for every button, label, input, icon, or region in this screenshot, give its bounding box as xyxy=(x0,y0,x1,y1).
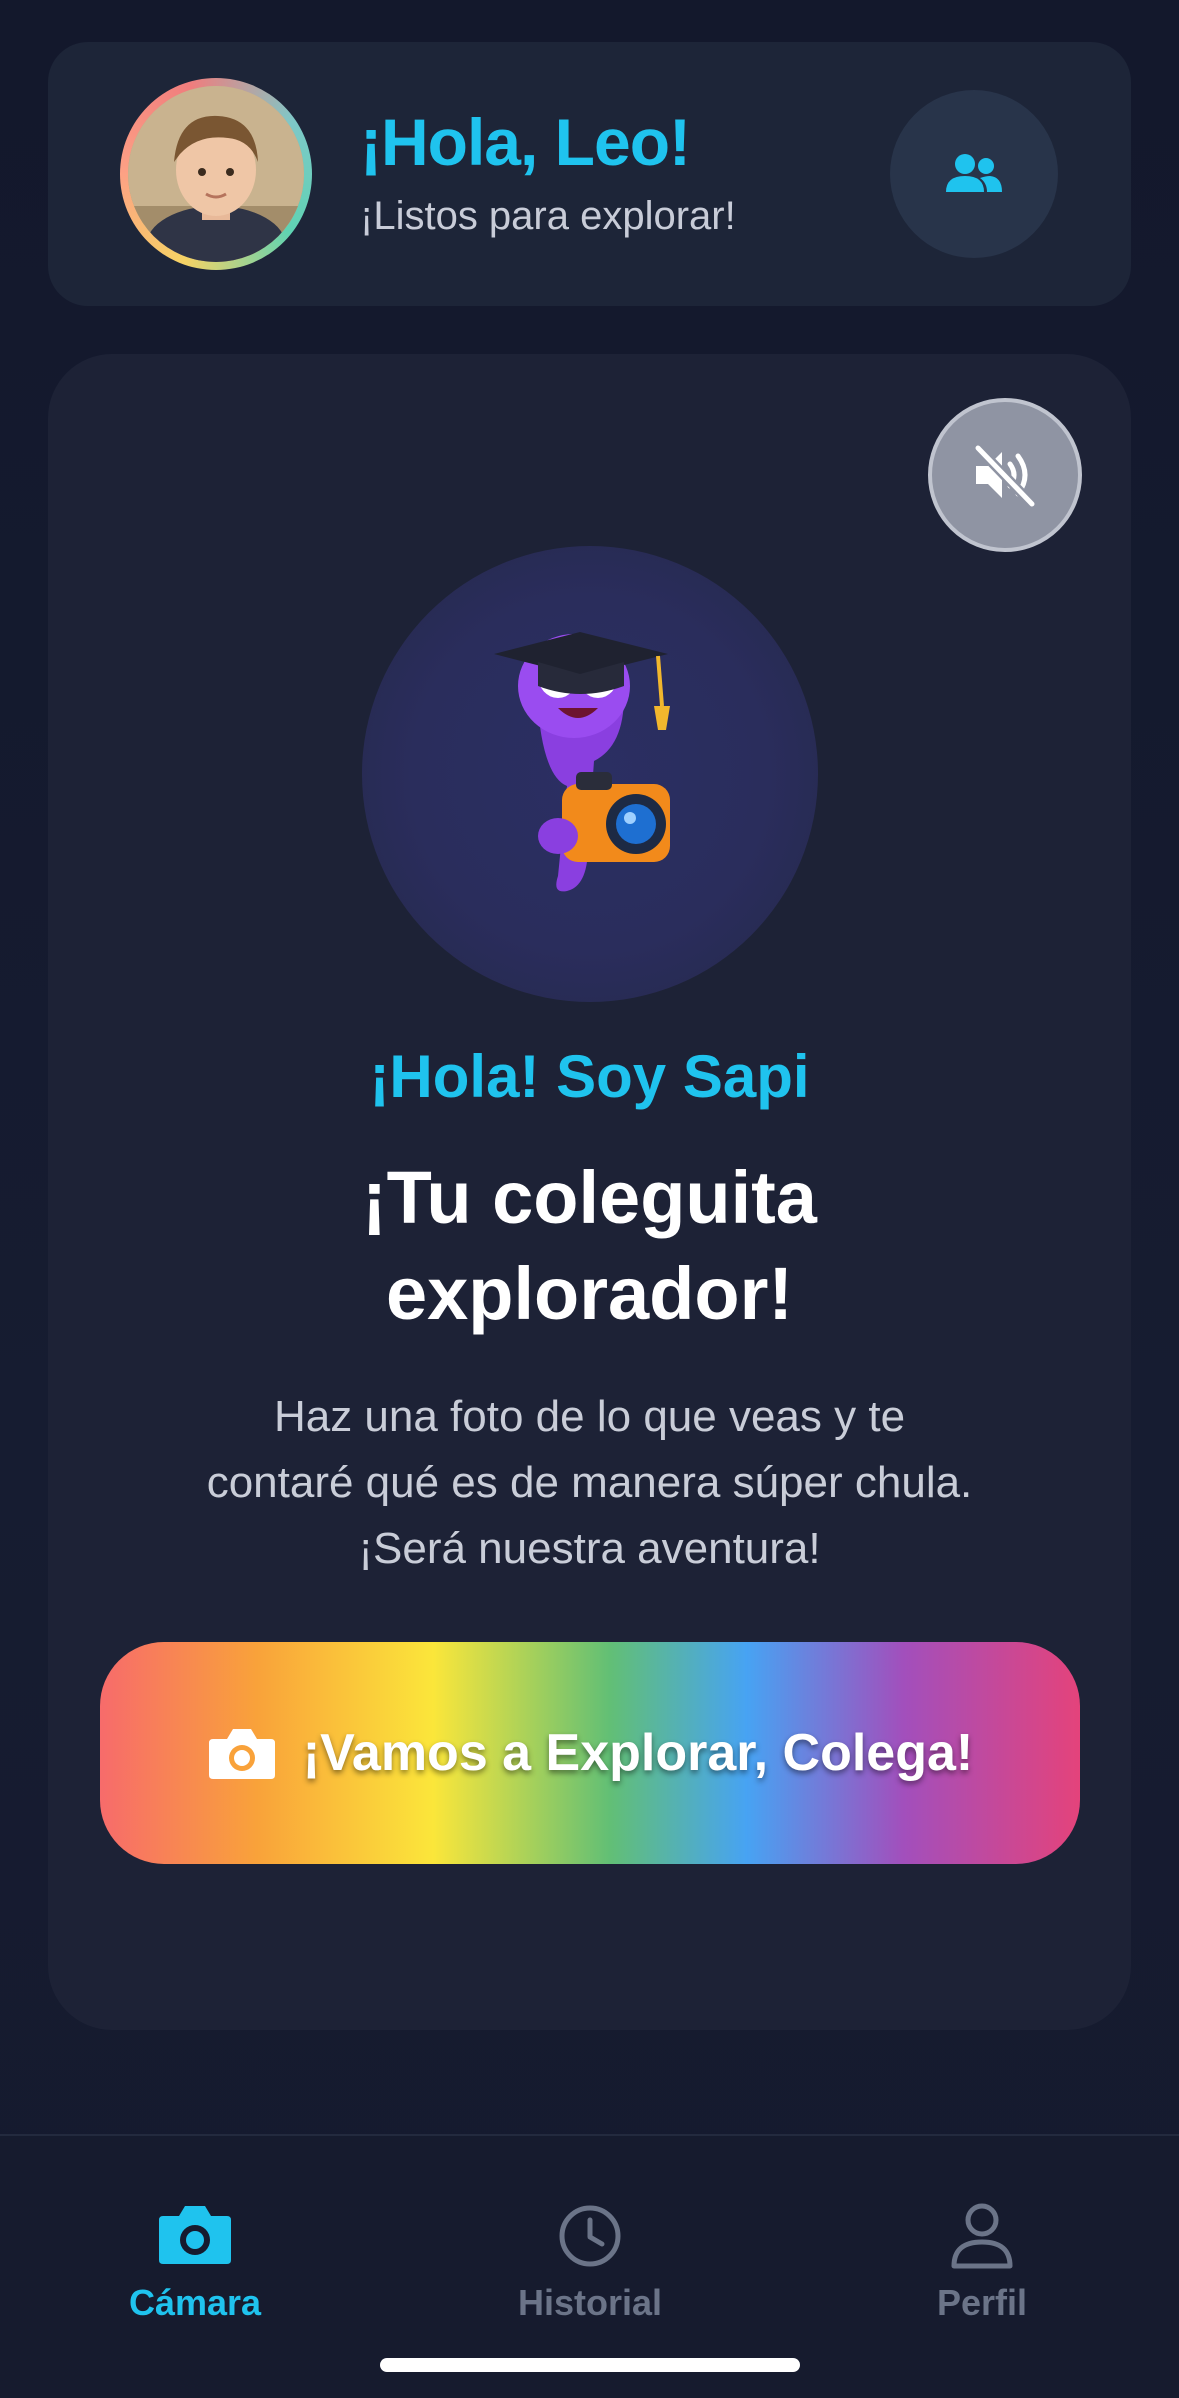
headline: ¡Tu coleguita explorador! xyxy=(48,1150,1131,1342)
greeting-subtitle: ¡Listos para explorar! xyxy=(360,194,736,238)
nav-label-profile: Perfil xyxy=(936,2282,1028,2323)
volume-mute-icon xyxy=(973,443,1037,508)
nav-item-camera[interactable]: Cámara xyxy=(45,2200,345,2324)
mascot-image xyxy=(494,632,670,892)
avatar-photo xyxy=(128,86,304,262)
mascot-intro: ¡Hola! Soy Sapi xyxy=(369,1043,810,1110)
clock-icon xyxy=(559,2205,621,2267)
nav-label-camera: Cámara xyxy=(128,2282,262,2323)
users-button[interactable] xyxy=(890,90,1058,258)
app-screen: ¡Hola, Leo! ¡Listos para explorar! ¡Hola… xyxy=(0,0,1179,2398)
welcome-card: ¡Hola! Soy Sapi ¡Tu coleguita explorador… xyxy=(48,354,1131,2030)
nav-item-history[interactable]: Historial xyxy=(440,2200,740,2324)
explore-button-label: ¡Vamos a Explorar, Colega! xyxy=(302,1724,974,1782)
headline-line-2: explorador! xyxy=(385,1252,794,1335)
home-indicator[interactable] xyxy=(380,2358,800,2372)
nav-item-profile[interactable]: Perfil xyxy=(832,2200,1132,2324)
headline-line-1: ¡Tu coleguita xyxy=(362,1156,817,1239)
mascot-circle xyxy=(362,546,818,1002)
mute-button[interactable] xyxy=(928,398,1082,552)
user-icon xyxy=(951,2203,1013,2269)
camera-icon xyxy=(208,1729,275,1779)
avatar[interactable] xyxy=(120,78,312,270)
nav-label-history: Historial xyxy=(517,2282,663,2323)
users-icon xyxy=(946,154,1002,192)
header-card: ¡Hola, Leo! ¡Listos para explorar! xyxy=(48,42,1131,306)
camera-icon xyxy=(159,2206,231,2264)
explore-button[interactable]: ¡Vamos a Explorar, Colega! xyxy=(100,1642,1080,1864)
greeting-title: ¡Hola, Leo! xyxy=(360,105,691,179)
description-text: Haz una foto de lo que veas y te contaré… xyxy=(206,1392,973,1573)
